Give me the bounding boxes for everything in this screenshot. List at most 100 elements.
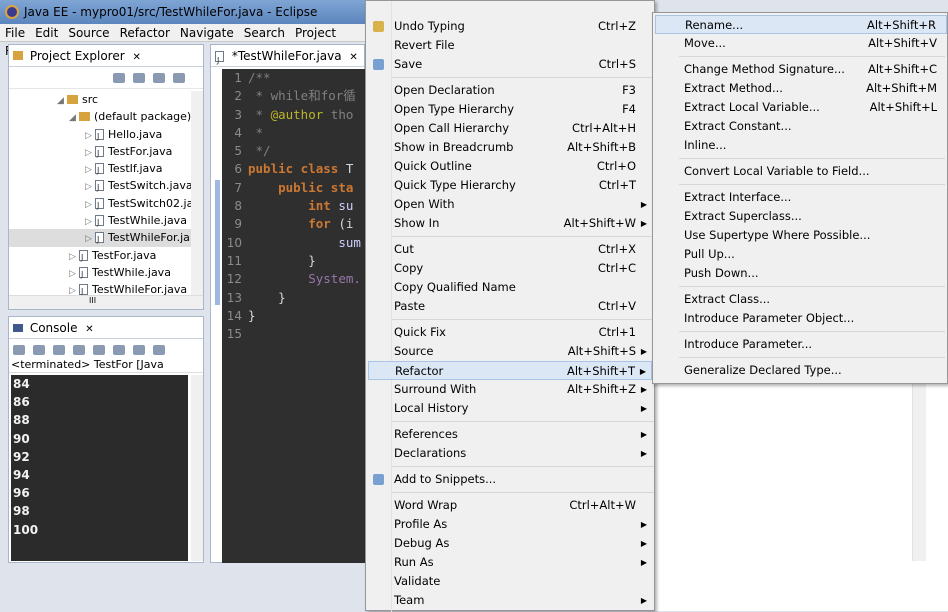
- menu-file[interactable]: File: [0, 24, 30, 42]
- menu-item-label: Refactor: [395, 364, 444, 378]
- java-file-icon: [95, 162, 104, 179]
- menu-edit[interactable]: Edit: [30, 24, 63, 42]
- display-console-icon[interactable]: [153, 345, 165, 355]
- menu-item-paste[interactable]: Paste Ctrl+V: [368, 297, 652, 316]
- line-number: 1: [234, 71, 242, 85]
- menu-item-local-history[interactable]: Local History ▶: [368, 399, 652, 418]
- menu-item-profile-as[interactable]: Profile As ▶: [368, 515, 652, 534]
- menu-item-open-type-hierarchy[interactable]: Open Type Hierarchy F4: [368, 100, 652, 119]
- refactor-item-rename[interactable]: Rename... Alt+Shift+R: [655, 15, 947, 34]
- refactor-item-generalize-declared-type[interactable]: Generalize Declared Type...: [655, 361, 947, 380]
- line-number: 3: [234, 107, 242, 122]
- refactor-item-convert-local-variable-to-field[interactable]: Convert Local Variable to Field...: [655, 162, 947, 181]
- refactor-item-move[interactable]: Move... Alt+Shift+V: [655, 34, 947, 53]
- menu-item-undo-typing[interactable]: Undo Typing Ctrl+Z: [368, 17, 652, 36]
- menu-item-shortcut: Ctrl+C: [597, 261, 636, 275]
- menu-item-refactor[interactable]: Refactor Alt+Shift+T ▶: [368, 361, 652, 380]
- menu-item-copy-qualified-name[interactable]: Copy Qualified Name: [368, 278, 652, 297]
- refactor-item-change-method-signature[interactable]: Change Method Signature... Alt+Shift+C: [655, 60, 947, 79]
- pin-console-icon[interactable]: [133, 345, 145, 355]
- close-icon[interactable]: ✕: [349, 52, 357, 63]
- menu-item-label: Pull Up...: [684, 247, 735, 261]
- menu-item-label: Team: [394, 593, 425, 607]
- menu-item-add-to-snippets[interactable]: Add to Snippets...: [368, 470, 652, 489]
- refactor-item-extract-superclass[interactable]: Extract Superclass...: [655, 207, 947, 226]
- submenu-arrow-icon: ▶: [640, 449, 647, 458]
- menu-item-label: Rename...: [685, 18, 744, 32]
- scroll-grip-label: III: [89, 296, 97, 305]
- word-wrap-icon[interactable]: [113, 345, 125, 355]
- menu-search[interactable]: Search: [239, 24, 290, 42]
- menu-project[interactable]: Project: [290, 24, 341, 42]
- close-icon[interactable]: ✕: [133, 52, 141, 63]
- link-editor-icon[interactable]: [133, 73, 145, 83]
- menu-item-copy[interactable]: Copy Ctrl+C: [368, 259, 652, 278]
- tree-item[interactable]: ▷TestSwitch02.ja: [9, 195, 193, 214]
- refactor-item-use-supertype-where-possible[interactable]: Use Supertype Where Possible...: [655, 226, 947, 245]
- menu-item-quick-fix[interactable]: Quick Fix Ctrl+1: [368, 323, 652, 342]
- view-menu-icon[interactable]: [173, 73, 185, 83]
- tree-item[interactable]: ▷Hello.java: [9, 126, 193, 145]
- menu-item-quick-outline[interactable]: Quick Outline Ctrl+O: [368, 157, 652, 176]
- tree-vertical-scrollbar[interactable]: [191, 91, 203, 297]
- menu-navigate[interactable]: Navigate: [175, 24, 239, 42]
- project-explorer-tab[interactable]: Project Explorer ✕: [9, 45, 203, 67]
- tree-item[interactable]: ▷TestFor.java: [9, 143, 193, 162]
- menu-item-debug-as[interactable]: Debug As ▶: [368, 534, 652, 553]
- menu-item-open-with[interactable]: Open With ▶: [368, 195, 652, 214]
- menu-item-surround-with[interactable]: Surround With Alt+Shift+Z ▶: [368, 380, 652, 399]
- menu-item-save[interactable]: Save Ctrl+S: [368, 55, 652, 74]
- refactor-item-inline[interactable]: Inline...: [655, 136, 947, 155]
- console-vertical-scrollbar[interactable]: [191, 375, 203, 561]
- menu-item-source[interactable]: Source Alt+Shift+S ▶: [368, 342, 652, 361]
- menu-refactor[interactable]: Refactor: [115, 24, 175, 42]
- tree-item[interactable]: ◢ src: [9, 91, 193, 108]
- refactor-item-push-down[interactable]: Push Down...: [655, 264, 947, 283]
- code-text[interactable]: /** * while和for循 * @author tho * */publi…: [248, 69, 365, 563]
- refactor-item-extract-class[interactable]: Extract Class...: [655, 290, 947, 309]
- collapse-all-icon[interactable]: [113, 73, 125, 83]
- tree-item[interactable]: ▷TestWhileFor.ja: [9, 229, 193, 248]
- menu-item-references[interactable]: References ▶: [368, 425, 652, 444]
- tree-item[interactable]: ▷TestSwitch.java: [9, 177, 193, 196]
- refactor-item-extract-constant[interactable]: Extract Constant...: [655, 117, 947, 136]
- editor-tab[interactable]: *TestWhileFor.java ✕: [211, 45, 364, 72]
- refactor-item-extract-method[interactable]: Extract Method... Alt+Shift+M: [655, 79, 947, 98]
- menu-item-open-declaration[interactable]: Open Declaration F3: [368, 81, 652, 100]
- tree-item[interactable]: ▷TestWhile.java: [9, 212, 193, 231]
- tree-horizontal-scrollbar[interactable]: III: [9, 295, 203, 309]
- refactor-item-extract-interface[interactable]: Extract Interface...: [655, 188, 947, 207]
- refactor-item-introduce-parameter[interactable]: Introduce Parameter...: [655, 335, 947, 354]
- console-tab[interactable]: Console ✕: [9, 317, 203, 339]
- refactor-item-extract-local-variable[interactable]: Extract Local Variable... Alt+Shift+L: [655, 98, 947, 117]
- tree-item[interactable]: ◢ (default package): [9, 108, 193, 125]
- refactor-item-introduce-parameter-object[interactable]: Introduce Parameter Object...: [655, 309, 947, 328]
- menu-item-declarations[interactable]: Declarations ▶: [368, 444, 652, 463]
- scroll-lock-icon[interactable]: [93, 345, 105, 355]
- menu-item-cut[interactable]: Cut Ctrl+X: [368, 240, 652, 259]
- menu-item-open-call-hierarchy[interactable]: Open Call Hierarchy Ctrl+Alt+H: [368, 119, 652, 138]
- menu-source[interactable]: Source: [63, 24, 114, 42]
- close-icon[interactable]: ✕: [85, 324, 93, 335]
- menu-item-shortcut: F4: [622, 102, 636, 116]
- menu-item-word-wrap[interactable]: Word Wrap Ctrl+Alt+W: [368, 496, 652, 515]
- remove-launch-icon[interactable]: [33, 345, 45, 355]
- filter-icon[interactable]: [153, 73, 165, 83]
- console-output: 84 86 88 90 92 94 96 98 100: [11, 375, 188, 561]
- menu-item-show-in-breadcrumb[interactable]: Show in Breadcrumb Alt+Shift+B: [368, 138, 652, 157]
- refactor-item-pull-up[interactable]: Pull Up...: [655, 245, 947, 264]
- menu-item-team[interactable]: Team ▶: [368, 591, 652, 610]
- menu-item-quick-type-hierarchy[interactable]: Quick Type Hierarchy Ctrl+T: [368, 176, 652, 195]
- tree-item[interactable]: ▷TestFor.java: [9, 247, 193, 266]
- clear-console-icon[interactable]: [73, 345, 85, 355]
- editor-vertical-scrollbar[interactable]: [912, 384, 926, 561]
- menu-item-revert-file[interactable]: Revert File: [368, 36, 652, 55]
- tree-item[interactable]: ▷TestIf.java: [9, 160, 193, 179]
- menu-item-run-as[interactable]: Run As ▶: [368, 553, 652, 572]
- remove-all-icon[interactable]: [53, 345, 65, 355]
- terminate-icon[interactable]: [13, 345, 25, 355]
- code-editor[interactable]: 1 2 3 4 5 6 7 8 9 10 11 12 13 14 15 /** * while和for循 *…: [222, 69, 365, 563]
- menu-item-validate[interactable]: Validate: [368, 572, 652, 591]
- menu-item-show-in[interactable]: Show In Alt+Shift+W ▶: [368, 214, 652, 233]
- tree-item[interactable]: ▷TestWhile.java: [9, 264, 193, 283]
